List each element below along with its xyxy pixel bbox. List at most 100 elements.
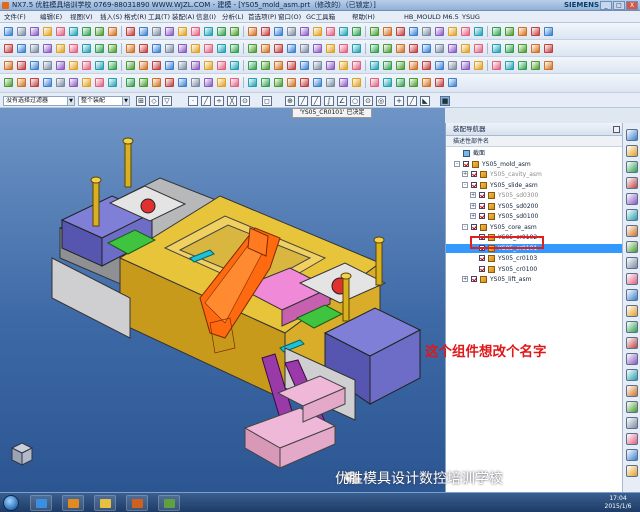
tree-node[interactable]: YS05_cr0103 bbox=[446, 254, 623, 263]
toolbar-tool-icon[interactable] bbox=[274, 61, 283, 70]
tree-node[interactable]: + YS05_sd0300 bbox=[446, 191, 623, 200]
toolbar-tool-icon[interactable] bbox=[492, 44, 501, 53]
expand-icon[interactable]: + bbox=[470, 213, 476, 219]
toolbar-tool-icon[interactable] bbox=[4, 27, 13, 36]
toolbar-tool-icon[interactable] bbox=[95, 27, 104, 36]
toolbar-tool-icon[interactable] bbox=[82, 61, 91, 70]
toolbar-tool-icon[interactable] bbox=[505, 61, 514, 70]
toolbar-tool-icon[interactable] bbox=[248, 61, 257, 70]
toolbar-tool-icon[interactable] bbox=[313, 78, 322, 87]
menu-format[interactable]: 格式(R) bbox=[124, 11, 147, 23]
toolbar-tool-icon[interactable] bbox=[217, 78, 226, 87]
tree-node[interactable]: + YS05_sd0100 bbox=[446, 212, 623, 221]
resource-bar-button[interactable] bbox=[626, 257, 638, 269]
taskbar-nx[interactable] bbox=[126, 495, 148, 511]
toolbar-tool-icon[interactable] bbox=[274, 27, 283, 36]
toolbar-tool-icon[interactable] bbox=[461, 61, 470, 70]
toolbar-tool-icon[interactable] bbox=[339, 27, 348, 36]
resource-bar-button[interactable] bbox=[626, 321, 638, 333]
toolbar-tool-icon[interactable] bbox=[43, 61, 52, 70]
toolbar-tool-icon[interactable] bbox=[435, 61, 444, 70]
toolbar-tool-icon[interactable] bbox=[165, 78, 174, 87]
toolbar-tool-icon[interactable] bbox=[505, 27, 514, 36]
toolbar-tool-icon[interactable] bbox=[326, 27, 335, 36]
snap-mid-icon[interactable]: ÷ bbox=[214, 96, 224, 106]
toolbar-tool-icon[interactable] bbox=[461, 27, 470, 36]
toolbar-tool-icon[interactable] bbox=[152, 78, 161, 87]
toolbar-tool-icon[interactable] bbox=[422, 78, 431, 87]
toolbar-tool-icon[interactable] bbox=[191, 61, 200, 70]
resource-bar-button[interactable] bbox=[626, 369, 638, 381]
snap-intersect-icon[interactable]: + bbox=[394, 96, 404, 106]
toolbar-tool-icon[interactable] bbox=[531, 27, 540, 36]
snap-quadrant-icon[interactable]: ◻ bbox=[262, 96, 272, 106]
toolbar-tool-icon[interactable] bbox=[287, 27, 296, 36]
visibility-checkbox[interactable] bbox=[479, 213, 485, 219]
toolbar-tool-icon[interactable] bbox=[95, 78, 104, 87]
toolbar-tool-icon[interactable] bbox=[370, 61, 379, 70]
visibility-checkbox[interactable] bbox=[471, 171, 477, 177]
toolbar-tool-icon[interactable] bbox=[300, 78, 309, 87]
maximize-button[interactable]: □ bbox=[613, 1, 625, 10]
resource-bar-button[interactable] bbox=[626, 129, 638, 141]
toolbar-tool-icon[interactable] bbox=[43, 27, 52, 36]
toolbar-tool-icon[interactable] bbox=[274, 78, 283, 87]
snap-on-curve-icon[interactable]: ◣ bbox=[420, 96, 430, 106]
toolbar-tool-icon[interactable] bbox=[43, 78, 52, 87]
toolbar-tool-icon[interactable] bbox=[191, 27, 200, 36]
toolbar-tool-icon[interactable] bbox=[126, 61, 135, 70]
expand-icon[interactable]: + bbox=[462, 171, 468, 177]
filter-icon[interactable]: ▽ bbox=[162, 96, 172, 106]
snap-line2-icon[interactable]: ╱ bbox=[311, 96, 321, 106]
snap-center-icon[interactable]: ⊙ bbox=[363, 96, 373, 106]
toolbar-tool-icon[interactable] bbox=[178, 78, 187, 87]
visibility-checkbox[interactable] bbox=[479, 192, 485, 198]
toolbar-tool-icon[interactable] bbox=[474, 61, 483, 70]
toolbar-tool-icon[interactable] bbox=[474, 27, 483, 36]
toolbar-tool-icon[interactable] bbox=[352, 44, 361, 53]
toolbar-tool-icon[interactable] bbox=[17, 78, 26, 87]
toolbar-tool-icon[interactable] bbox=[518, 61, 527, 70]
snap-existing-icon[interactable]: ⊕ bbox=[285, 96, 295, 106]
visibility-checkbox[interactable] bbox=[471, 276, 477, 282]
toolbar-tool-icon[interactable] bbox=[448, 44, 457, 53]
toolbar-tool-icon[interactable] bbox=[95, 44, 104, 53]
toolbar-tool-icon[interactable] bbox=[448, 78, 457, 87]
menu-insert[interactable]: 插入(S) bbox=[100, 11, 122, 23]
toolbar-tool-icon[interactable] bbox=[435, 44, 444, 53]
menu-information[interactable]: 信息(I) bbox=[196, 11, 216, 23]
taskbar-clock[interactable]: 17:04 2015/1/6 bbox=[598, 495, 638, 511]
toolbar-tool-icon[interactable] bbox=[313, 27, 322, 36]
toolbar-tool-icon[interactable] bbox=[383, 44, 392, 53]
start-button[interactable] bbox=[3, 495, 19, 511]
toolbar-tool-icon[interactable] bbox=[274, 44, 283, 53]
resource-bar-button[interactable] bbox=[626, 225, 638, 237]
pin-icon[interactable] bbox=[613, 126, 620, 133]
toolbar-tool-icon[interactable] bbox=[4, 44, 13, 53]
part-box-icon[interactable]: ■ bbox=[440, 96, 450, 106]
toolbar-tool-icon[interactable] bbox=[217, 44, 226, 53]
toolbar-tool-icon[interactable] bbox=[126, 27, 135, 36]
menu-assembly[interactable]: 装配(A) bbox=[172, 11, 195, 23]
toolbar-tool-icon[interactable] bbox=[56, 27, 65, 36]
toolbar-tool-icon[interactable] bbox=[108, 27, 117, 36]
toolbar-tool-icon[interactable] bbox=[287, 61, 296, 70]
toolbar-tool-icon[interactable] bbox=[409, 61, 418, 70]
toolbar-tool-icon[interactable] bbox=[261, 27, 270, 36]
toolbar-tool-icon[interactable] bbox=[204, 61, 213, 70]
visibility-checkbox[interactable] bbox=[463, 160, 469, 167]
graphics-viewport[interactable] bbox=[0, 108, 445, 492]
tree-node[interactable]: 截面 bbox=[446, 149, 623, 158]
toolbar-tool-icon[interactable] bbox=[248, 27, 257, 36]
toolbar-tool-icon[interactable] bbox=[261, 44, 270, 53]
toolbar-tool-icon[interactable] bbox=[30, 27, 39, 36]
toolbar-tool-icon[interactable] bbox=[30, 61, 39, 70]
toolbar-tool-icon[interactable] bbox=[230, 27, 239, 36]
toolbar-tool-icon[interactable] bbox=[56, 61, 65, 70]
resource-bar-button[interactable] bbox=[626, 465, 638, 477]
toolbar-tool-icon[interactable] bbox=[326, 44, 335, 53]
toolbar-tool-icon[interactable] bbox=[178, 27, 187, 36]
expand-icon[interactable]: + bbox=[462, 276, 468, 282]
toolbar-tool-icon[interactable] bbox=[126, 78, 135, 87]
resource-bar-button[interactable] bbox=[626, 193, 638, 205]
